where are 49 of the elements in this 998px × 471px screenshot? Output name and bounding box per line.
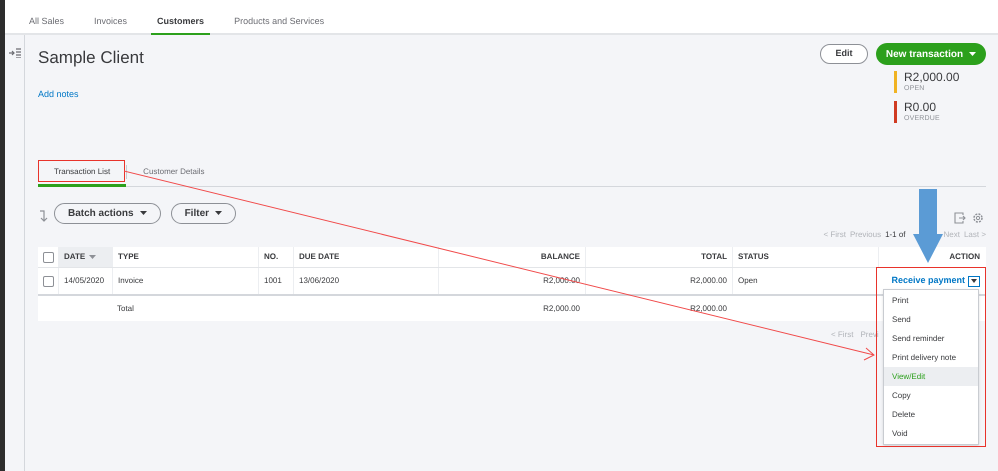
table-cell-text: R2,000.00 xyxy=(542,302,581,314)
edit-button[interactable]: Edit xyxy=(820,44,868,64)
column-header[interactable]: BALANCE xyxy=(438,247,585,267)
collapse-panel-icon[interactable] xyxy=(8,48,20,58)
column-header[interactable]: TYPE xyxy=(112,247,258,267)
caret-icon xyxy=(89,255,96,259)
receive-payment-link[interactable]: Receive payment xyxy=(891,274,965,288)
add-notes-link[interactable]: Add notes xyxy=(38,88,144,102)
table-cell-text: R2,000.00 xyxy=(689,302,728,314)
dropdown-button[interactable] xyxy=(968,276,980,286)
sort-arrow-icon[interactable] xyxy=(38,210,48,222)
checkbox[interactable] xyxy=(42,252,54,262)
tab[interactable]: Customer Details xyxy=(127,158,221,186)
caret-icon xyxy=(969,52,976,56)
column-header[interactable]: NO. xyxy=(258,247,293,267)
amount: R2,000.00 xyxy=(904,71,960,84)
column-header[interactable]: TOTAL xyxy=(585,247,732,267)
column-header[interactable]: DATE xyxy=(58,247,112,267)
filter-button[interactable]: Filter xyxy=(170,202,236,224)
customer-name: Sample Client xyxy=(38,47,144,69)
table-cell: Invoice xyxy=(112,268,258,294)
page-range: 1-1 of xyxy=(885,229,906,241)
menu-item[interactable]: Send reminder xyxy=(884,329,978,348)
menu-item[interactable]: Void xyxy=(884,424,978,443)
menu-item[interactable]: Send xyxy=(884,310,978,329)
caret-icon xyxy=(215,211,222,215)
table-cell: 13/06/2020 xyxy=(293,268,438,294)
nav-tab[interactable]: Products and Services xyxy=(228,11,330,35)
nav-tab[interactable]: Invoices xyxy=(88,11,134,35)
table-cell: Open xyxy=(732,268,878,294)
caret-icon xyxy=(971,279,977,283)
table-cell-text: Total xyxy=(116,302,135,314)
checkbox[interactable] xyxy=(42,276,54,286)
menu-item[interactable]: Print delivery note xyxy=(884,348,978,367)
menu-item[interactable]: Print xyxy=(884,291,978,310)
batch-actions-button[interactable]: Batch actions xyxy=(54,202,161,224)
amount: R0.00 xyxy=(904,101,938,114)
table-cell: 14/05/2020 xyxy=(58,268,112,294)
column-header[interactable]: DUE DATE xyxy=(293,247,438,267)
tab[interactable]: Transaction List xyxy=(38,158,126,186)
column-header[interactable]: STATUS xyxy=(732,247,878,267)
settings-icon[interactable] xyxy=(972,212,984,224)
nav-tab[interactable]: All Sales xyxy=(23,11,70,35)
export-icon[interactable] xyxy=(954,212,966,224)
caret-icon xyxy=(140,211,147,215)
table-cell: 1001 xyxy=(258,268,293,294)
menu-item[interactable]: Delete xyxy=(884,405,978,424)
menu-item[interactable]: Copy xyxy=(884,386,978,405)
table-cell: R2,000.00 xyxy=(585,268,732,294)
